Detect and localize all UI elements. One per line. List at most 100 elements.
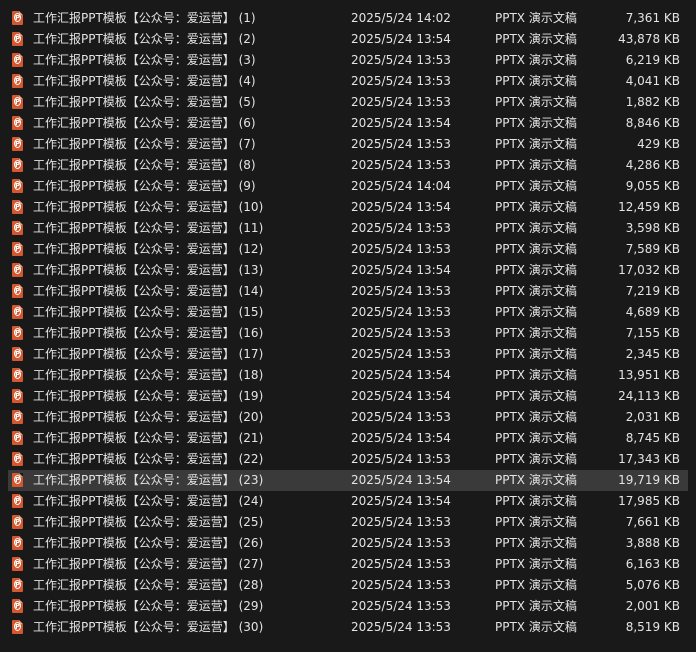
file-name: 工作汇报PPT模板【公众号：爱运营】 (11) [33,221,264,235]
file-row[interactable]: 工作汇报PPT模板【公众号：爱运营】 (8) 2025/5/24 13:53 PPT… [8,155,688,176]
file-modified-date: 2025/5/24 13:53 [351,410,451,424]
file-type: PPTX 演示文稿 [495,263,577,277]
file-type: PPTX 演示文稿 [495,410,577,424]
file-row[interactable]: 工作汇报PPT模板【公众号：爱运营】 (9) 2025/5/24 14:04 PPT… [8,176,688,197]
file-modified-date: 2025/5/24 13:53 [351,305,451,319]
file-type: PPTX 演示文稿 [495,32,577,46]
file-size: 7,219 KB [625,284,680,298]
file-modified-date: 2025/5/24 14:04 [351,179,451,193]
file-row[interactable]: 工作汇报PPT模板【公众号：爱运营】 (29) 2025/5/24 13:53 PP… [8,596,688,617]
file-name: 工作汇报PPT模板【公众号：爱运营】 (20) [33,410,264,424]
file-row[interactable]: 工作汇报PPT模板【公众号：爱运营】 (20) 2025/5/24 13:53 PP… [8,407,688,428]
file-name: 工作汇报PPT模板【公众号：爱运营】 (2) [33,32,256,46]
pptx-file-icon [12,74,23,88]
file-modified-date: 2025/5/24 13:54 [351,32,451,46]
file-type: PPTX 演示文稿 [495,368,577,382]
file-row[interactable]: 工作汇报PPT模板【公众号：爱运营】 (15) 2025/5/24 13:53 PP… [8,302,688,323]
file-modified-date: 2025/5/24 13:53 [351,515,451,529]
pptx-file-icon [12,410,23,424]
file-row[interactable]: 工作汇报PPT模板【公众号：爱运营】 (27) 2025/5/24 13:53 PP… [8,554,688,575]
pptx-file-icon [12,263,23,277]
file-type: PPTX 演示文稿 [495,11,577,25]
file-size: 24,113 KB [618,389,680,403]
file-row[interactable]: 工作汇报PPT模板【公众号：爱运营】 (13) 2025/5/24 13:54 PP… [8,260,688,281]
file-type: PPTX 演示文稿 [495,515,577,529]
file-type: PPTX 演示文稿 [495,74,577,88]
pptx-file-icon [12,53,23,67]
file-name: 工作汇报PPT模板【公众号：爱运营】 (25) [33,515,264,529]
file-name: 工作汇报PPT模板【公众号：爱运营】 (23) [33,473,264,487]
file-row[interactable]: 工作汇报PPT模板【公众号：爱运营】 (16) 2025/5/24 13:53 PP… [8,323,688,344]
file-size: 43,878 KB [618,32,680,46]
file-modified-date: 2025/5/24 13:53 [351,242,451,256]
file-modified-date: 2025/5/24 13:54 [351,389,451,403]
file-row[interactable]: 工作汇报PPT模板【公众号：爱运营】 (30) 2025/5/24 13:53 PP… [8,617,688,638]
file-type: PPTX 演示文稿 [495,431,577,445]
pptx-file-icon [12,536,23,550]
file-row[interactable]: 工作汇报PPT模板【公众号：爱运营】 (10) 2025/5/24 13:54 PP… [8,197,688,218]
file-row[interactable]: 工作汇报PPT模板【公众号：爱运营】 (18) 2025/5/24 13:54 PP… [8,365,688,386]
file-row[interactable]: 工作汇报PPT模板【公众号：爱运营】 (26) 2025/5/24 13:53 PP… [8,533,688,554]
file-size: 7,661 KB [625,515,680,529]
file-row[interactable]: 工作汇报PPT模板【公众号：爱运营】 (14) 2025/5/24 13:53 PP… [8,281,688,302]
pptx-file-icon [12,557,23,571]
file-row[interactable]: 工作汇报PPT模板【公众号：爱运营】 (19) 2025/5/24 13:54 PP… [8,386,688,407]
pptx-file-icon [12,494,23,508]
file-size: 6,163 KB [625,557,680,571]
pptx-file-icon [12,368,23,382]
file-row[interactable]: 工作汇报PPT模板【公众号：爱运营】 (28) 2025/5/24 13:53 PP… [8,575,688,596]
pptx-file-icon [12,305,23,319]
file-modified-date: 2025/5/24 13:53 [351,221,451,235]
pptx-file-icon [12,347,23,361]
file-name: 工作汇报PPT模板【公众号：爱运营】 (10) [33,200,264,214]
file-row[interactable]: 工作汇报PPT模板【公众号：爱运营】 (5) 2025/5/24 13:53 PPT… [8,92,688,113]
file-size: 9,055 KB [625,179,680,193]
file-size: 8,519 KB [625,620,680,634]
file-size: 4,041 KB [625,74,680,88]
file-size: 13,951 KB [618,368,680,382]
file-type: PPTX 演示文稿 [495,494,577,508]
pptx-file-icon [12,116,23,130]
file-size: 2,345 KB [625,347,680,361]
file-modified-date: 2025/5/24 13:54 [351,473,451,487]
file-row[interactable]: 工作汇报PPT模板【公众号：爱运营】 (6) 2025/5/24 13:54 PPT… [8,113,688,134]
file-type: PPTX 演示文稿 [495,389,577,403]
pptx-file-icon [12,242,23,256]
file-type: PPTX 演示文稿 [495,599,577,613]
file-row[interactable]: 工作汇报PPT模板【公众号：爱运营】 (25) 2025/5/24 13:53 PP… [8,512,688,533]
file-name: 工作汇报PPT模板【公众号：爱运营】 (7) [33,137,256,151]
file-row[interactable]: 工作汇报PPT模板【公众号：爱运营】 (12) 2025/5/24 13:53 PP… [8,239,688,260]
file-modified-date: 2025/5/24 13:53 [351,284,451,298]
file-row[interactable]: 工作汇报PPT模板【公众号：爱运营】 (22) 2025/5/24 13:53 PP… [8,449,688,470]
file-name: 工作汇报PPT模板【公众号：爱运营】 (5) [33,95,256,109]
file-type: PPTX 演示文稿 [495,200,577,214]
file-row[interactable]: 工作汇报PPT模板【公众号：爱运营】 (7) 2025/5/24 13:53 PPT… [8,134,688,155]
pptx-file-icon [12,473,23,487]
file-name: 工作汇报PPT模板【公众号：爱运营】 (30) [33,620,264,634]
file-type: PPTX 演示文稿 [495,452,577,466]
file-name: 工作汇报PPT模板【公众号：爱运营】 (17) [33,347,264,361]
file-row[interactable]: 工作汇报PPT模板【公众号：爱运营】 (24) 2025/5/24 13:54 PP… [8,491,688,512]
pptx-file-icon [12,200,23,214]
file-size: 429 KB [637,137,680,151]
file-row[interactable]: 工作汇报PPT模板【公众号：爱运营】 (1) 2025/5/24 14:02 PPT… [8,8,688,29]
file-modified-date: 2025/5/24 13:54 [351,116,451,130]
file-list: 工作汇报PPT模板【公众号：爱运营】 (1) 2025/5/24 14:02 PPT… [0,0,696,652]
file-modified-date: 2025/5/24 13:54 [351,494,451,508]
file-row[interactable]: 工作汇报PPT模板【公众号：爱运营】 (21) 2025/5/24 13:54 PP… [8,428,688,449]
file-type: PPTX 演示文稿 [495,158,577,172]
file-row[interactable]: 工作汇报PPT模板【公众号：爱运营】 (4) 2025/5/24 13:53 PPT… [8,71,688,92]
file-type: PPTX 演示文稿 [495,95,577,109]
file-row[interactable]: 工作汇报PPT模板【公众号：爱运营】 (3) 2025/5/24 13:53 PPT… [8,50,688,71]
file-row[interactable]: 工作汇报PPT模板【公众号：爱运营】 (2) 2025/5/24 13:54 PPT… [8,29,688,50]
file-row[interactable]: 工作汇报PPT模板【公众号：爱运营】 (11) 2025/5/24 13:53 PP… [8,218,688,239]
file-name: 工作汇报PPT模板【公众号：爱运营】 (21) [33,431,264,445]
pptx-file-icon [12,137,23,151]
file-size: 2,001 KB [625,599,680,613]
file-size: 4,689 KB [625,305,680,319]
file-row[interactable]: 工作汇报PPT模板【公众号：爱运营】 (23) 2025/5/24 13:54 PP… [8,470,688,491]
file-name: 工作汇报PPT模板【公众号：爱运营】 (8) [33,158,256,172]
file-type: PPTX 演示文稿 [495,179,577,193]
file-type: PPTX 演示文稿 [495,284,577,298]
file-row[interactable]: 工作汇报PPT模板【公众号：爱运营】 (17) 2025/5/24 13:53 PP… [8,344,688,365]
